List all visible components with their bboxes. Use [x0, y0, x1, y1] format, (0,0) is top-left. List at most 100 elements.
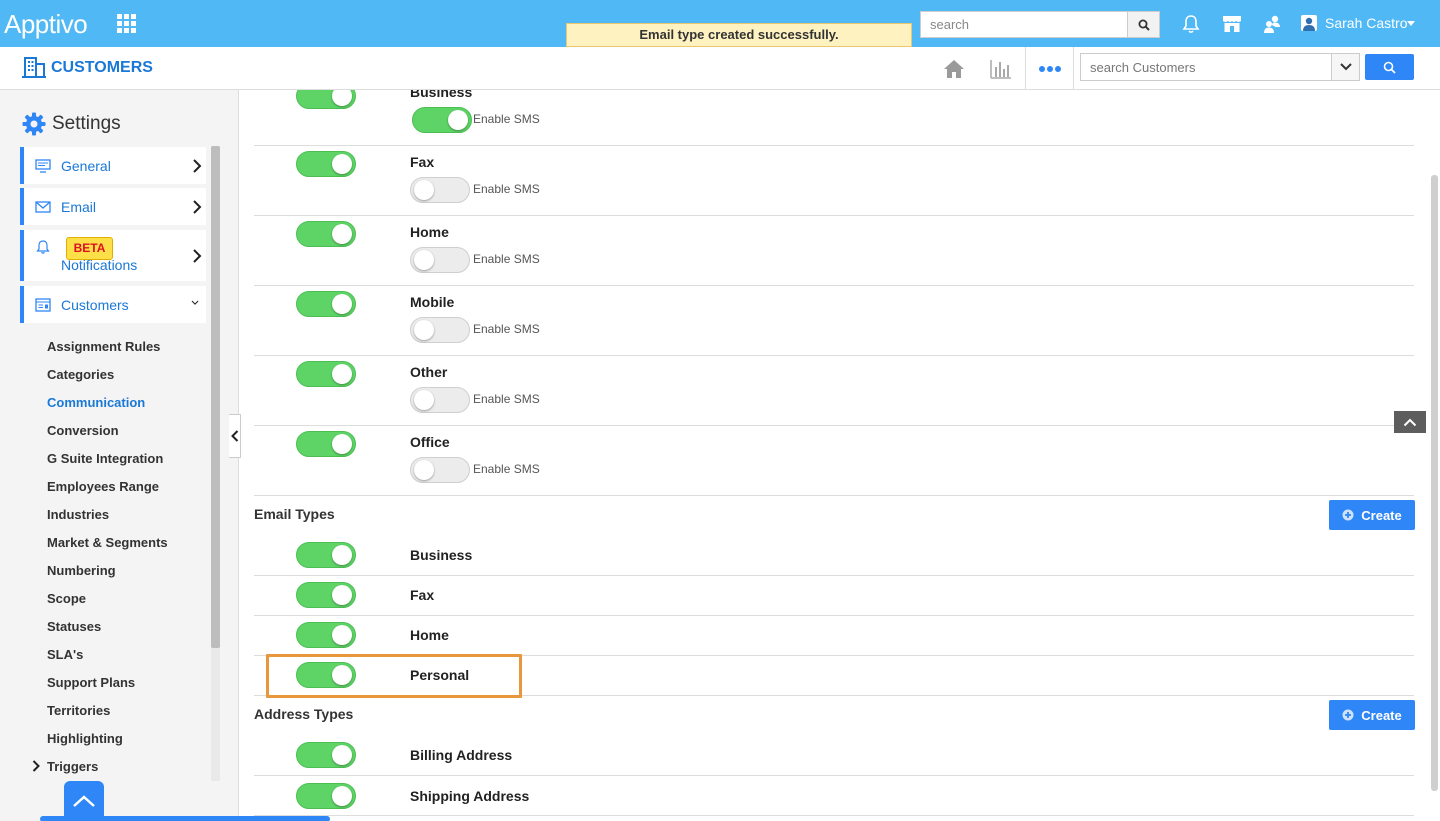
email-type-toggle[interactable] [296, 622, 356, 648]
phone-type-name: Mobile [410, 294, 455, 310]
enable-sms-toggle[interactable] [410, 457, 470, 483]
sidebar-subitem-slas[interactable]: SLA's [47, 647, 83, 662]
chevron-left-icon [230, 430, 238, 442]
phone-type-name: Other [410, 364, 448, 380]
settings-heading: Settings [22, 112, 121, 136]
more-options-button[interactable] [1025, 47, 1074, 90]
enable-sms-label: Enable SMS [473, 182, 540, 196]
enable-sms-toggle[interactable] [412, 107, 472, 133]
search-icon [1383, 61, 1396, 74]
phone-type-toggle[interactable] [296, 151, 356, 177]
email-type-row-fax: Fax [254, 576, 1414, 616]
sidebar-subitem-support-plans[interactable]: Support Plans [47, 675, 135, 690]
phone-type-toggle[interactable] [296, 361, 356, 387]
sidebar-subitem-assignment-rules[interactable]: Assignment Rules [47, 339, 160, 354]
sidebar-subitem-categories[interactable]: Categories [47, 367, 114, 382]
sidebar-subitem-g-suite-integration[interactable]: G Suite Integration [47, 451, 163, 466]
sidebar-scrollbar-thumb[interactable] [211, 146, 220, 648]
notifications-bell-icon[interactable] [1180, 12, 1202, 36]
email-type-toggle[interactable] [296, 662, 356, 688]
reports-button[interactable] [987, 47, 1015, 90]
phone-type-toggle[interactable] [296, 90, 356, 109]
app-header: CUSTOMERS [0, 47, 1440, 90]
enable-sms-toggle[interactable] [410, 177, 470, 203]
sidebar-subitem-highlighting[interactable]: Highlighting [47, 731, 123, 746]
sidebar-item-customers[interactable]: Customers [20, 286, 206, 323]
search-filter-dropdown[interactable] [1331, 53, 1360, 81]
customers-building-icon [22, 57, 46, 78]
app-title[interactable]: CUSTOMERS [51, 59, 153, 77]
beta-badge: BETA [66, 237, 113, 260]
create-address-type-button[interactable]: Create [1329, 700, 1415, 730]
users-icon[interactable] [1261, 12, 1283, 36]
phone-type-row-mobile: Mobile Enable SMS [254, 286, 1414, 356]
sidebar-subitem-industries[interactable]: Industries [47, 507, 109, 522]
global-search-button[interactable] [1127, 11, 1160, 38]
email-type-toggle[interactable] [296, 542, 356, 568]
email-types-heading: Email Types [254, 506, 335, 522]
search-icon [1138, 19, 1150, 31]
phone-type-row-fax: Fax Enable SMS [254, 146, 1414, 216]
enable-sms-toggle[interactable] [410, 317, 470, 343]
sidebar-subitem-statuses[interactable]: Statuses [47, 619, 101, 634]
apptivo-logo[interactable]: Apptivo [4, 9, 88, 40]
phone-type-name: Home [410, 224, 449, 240]
address-type-toggle[interactable] [296, 742, 356, 768]
phone-type-name: Office [410, 434, 450, 450]
sidebar-subitem-triggers[interactable]: Triggers [47, 759, 98, 774]
chevron-right-icon [193, 248, 202, 263]
envelope-icon [35, 201, 51, 213]
phone-type-toggle[interactable] [296, 291, 356, 317]
sidebar-subitem-employees-range[interactable]: Employees Range [47, 479, 159, 494]
app-grid-icon[interactable] [117, 14, 136, 33]
chevron-right-icon[interactable] [32, 760, 40, 772]
address-type-row-shipping: Shipping Address [254, 776, 1414, 816]
enable-sms-label: Enable SMS [473, 252, 540, 266]
user-name-menu[interactable]: Sarah Castro [1325, 15, 1407, 31]
address-type-toggle[interactable] [296, 783, 356, 809]
user-avatar[interactable] [1301, 15, 1317, 31]
sidebar-subitem-communication[interactable]: Communication [47, 395, 145, 410]
bell-icon [36, 240, 50, 254]
settings-title: Settings [52, 113, 121, 134]
create-button-label: Create [1361, 507, 1402, 523]
bar-chart-icon [990, 59, 1011, 79]
sidebar-subitem-scope[interactable]: Scope [47, 591, 86, 606]
email-type-row-home: Home [254, 616, 1414, 656]
global-search-input[interactable] [920, 11, 1128, 38]
phone-type-row-office: Office Enable SMS [254, 426, 1414, 496]
address-type-name: Shipping Address [410, 788, 530, 804]
phone-type-toggle[interactable] [296, 221, 356, 247]
home-button[interactable] [940, 47, 968, 90]
sidebar-collapse-button[interactable] [229, 414, 241, 458]
sidebar-subitem-territories[interactable]: Territories [47, 703, 110, 718]
user-menu-caret-icon[interactable] [1407, 21, 1415, 26]
customer-search-button[interactable] [1365, 54, 1414, 80]
phone-type-toggle[interactable] [296, 431, 356, 457]
plus-circle-icon [1342, 709, 1354, 721]
store-icon[interactable] [1221, 12, 1243, 36]
enable-sms-label: Enable SMS [473, 462, 540, 476]
chevron-right-icon [193, 199, 202, 214]
create-email-type-button[interactable]: Create [1329, 500, 1415, 530]
sidebar-item-general[interactable]: General [20, 147, 206, 184]
phone-type-name: Business [410, 90, 473, 100]
email-type-name: Business [410, 547, 473, 563]
sidebar-item-label: Customers [61, 296, 129, 313]
sidebar-subitem-numbering[interactable]: Numbering [47, 563, 116, 578]
main-scrollbar[interactable] [1431, 175, 1438, 791]
success-toast: Email type created successfully. [566, 23, 912, 47]
settings-sidebar: Settings General Email Notifications BET… [0, 90, 330, 821]
email-type-toggle[interactable] [296, 582, 356, 608]
sidebar-item-email[interactable]: Email [20, 188, 206, 225]
sidebar-subitem-conversion[interactable]: Conversion [47, 423, 119, 438]
chevron-up-icon [1403, 418, 1417, 426]
customer-search-input[interactable] [1080, 53, 1332, 81]
scroll-up-button[interactable] [64, 781, 104, 821]
enable-sms-toggle[interactable] [410, 247, 470, 273]
chevron-right-icon [193, 158, 202, 173]
enable-sms-toggle[interactable] [410, 387, 470, 413]
sidebar-item-notifications[interactable]: Notifications [20, 230, 206, 281]
sidebar-subitem-market-segments[interactable]: Market & Segments [47, 535, 168, 550]
scroll-to-top-button[interactable] [1394, 411, 1426, 433]
